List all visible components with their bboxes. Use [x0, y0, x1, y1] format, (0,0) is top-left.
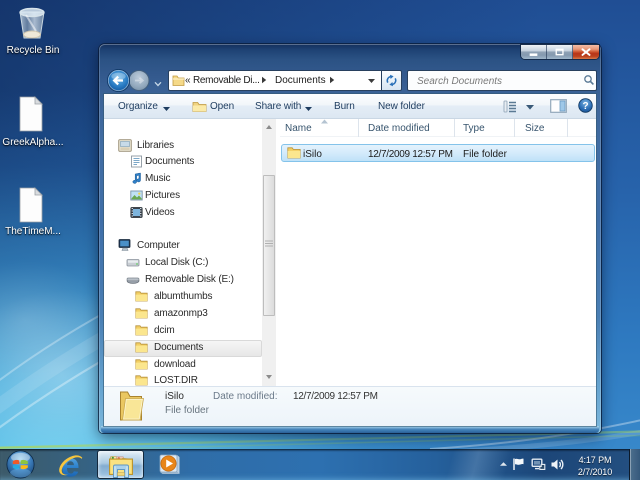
svg-text:?: ?	[582, 101, 588, 112]
